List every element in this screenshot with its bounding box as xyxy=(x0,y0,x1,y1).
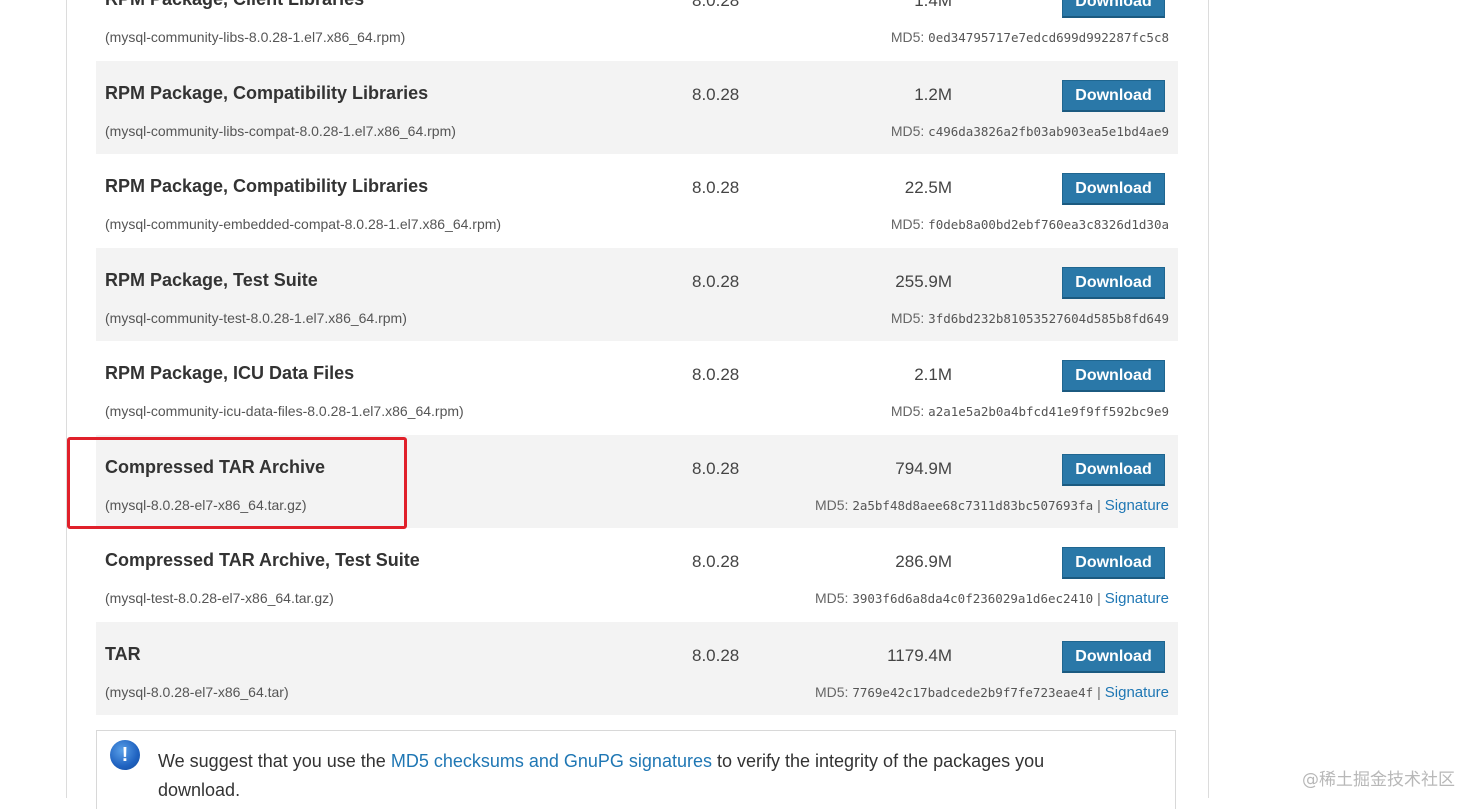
table-row: Compressed TAR Archive, Test Suite (mysql… xyxy=(96,528,1178,622)
download-button[interactable]: Download xyxy=(1062,640,1165,673)
package-size: 255.9M xyxy=(895,271,952,291)
package-name: Compressed TAR Archive, Test Suite xyxy=(105,550,420,570)
notice-text: We suggest that you use the MD5 checksum… xyxy=(158,747,1118,805)
package-version: 8.0.28 xyxy=(692,178,740,197)
package-version: 8.0.28 xyxy=(692,645,740,665)
package-name: TAR xyxy=(105,643,141,664)
md5-hash: c496da3826a2fb03ab903ea5e1bd4ae9 xyxy=(928,123,1169,139)
package-filename: (mysql-8.0.28-el7-x86_64.tar) xyxy=(105,683,289,700)
md5-label: MD5: xyxy=(890,216,925,232)
md5-checksum: MD5: f0deb8a00bd2ebf760ea3c8326d1d30a xyxy=(891,216,1169,232)
download-button[interactable]: Download xyxy=(1062,360,1165,392)
package-filename: (mysql-community-embedded-compat-8.0.28-… xyxy=(105,216,502,232)
package-filename: (mysql-community-libs-8.0.28-1.el7.x86_6… xyxy=(105,29,406,45)
download-page: RPM Package, Client Libraries (mysql-comm… xyxy=(0,0,1478,809)
package-version: 8.0.28 xyxy=(692,84,740,104)
signature-link[interactable]: Signature xyxy=(1105,590,1169,607)
package-filename: (mysql-community-libs-compat-8.0.28-1.el… xyxy=(105,122,456,139)
package-name: RPM Package, Compatibility Libraries xyxy=(105,82,429,103)
md5-checksum: MD5: 0ed34795717e7edcd699d992287fc5c8 xyxy=(891,29,1169,45)
watermark-text: @稀土掘金技术社区 xyxy=(1302,770,1455,790)
md5-hash: 7769e42c17badcede2b9f7fe723eae4f xyxy=(852,684,1094,700)
notice-text-before: We suggest that you use the xyxy=(158,751,391,771)
package-size: 22.5M xyxy=(904,178,952,197)
table-row: RPM Package, Compatibility Libraries (mys… xyxy=(96,154,1178,248)
md5-hash: a2a1e5a2b0a4bfcd41e9f9ff592bc9e9 xyxy=(928,404,1169,419)
package-version: 8.0.28 xyxy=(692,552,740,571)
package-size: 286.9M xyxy=(895,552,952,571)
download-button[interactable]: Download xyxy=(1062,453,1165,486)
annotation-highlight-box xyxy=(67,437,407,529)
table-row: RPM Package, Test Suite (mysql-community-… xyxy=(96,247,1178,341)
package-table: RPM Package, Client Libraries (mysql-comm… xyxy=(96,0,1178,715)
integrity-notice: ! We suggest that you use the MD5 checks… xyxy=(96,730,1176,809)
package-size: 2.1M xyxy=(914,365,952,384)
download-button[interactable]: Download xyxy=(1062,547,1165,579)
download-button[interactable]: Download xyxy=(1062,0,1165,18)
md5-hash: 2a5bf48d8aee68c7311d83bc507693fa xyxy=(852,497,1094,513)
separator: | xyxy=(1097,590,1101,606)
md5-gnupg-link[interactable]: MD5 checksums and GnuPG signatures xyxy=(391,751,712,771)
md5-label: MD5: xyxy=(890,403,925,419)
md5-label: MD5: xyxy=(814,496,849,513)
package-size: 1179.4M xyxy=(887,645,952,665)
exclamation-info-icon: ! xyxy=(110,740,140,770)
table-row: TAR (mysql-8.0.28-el7-x86_64.tar) 8.0.28 11… xyxy=(96,621,1178,715)
table-row: RPM Package, ICU Data Files (mysql-commun… xyxy=(96,341,1178,435)
md5-checksum: MD5: c496da3826a2fb03ab903ea5e1bd4ae9 xyxy=(891,123,1169,139)
package-filename: (mysql-test-8.0.28-el7-x86_64.tar.gz) xyxy=(105,590,334,606)
md5-checksum: MD5: 7769e42c17badcede2b9f7fe723eae4f | Si… xyxy=(815,684,1169,701)
package-name: RPM Package, Client Libraries xyxy=(105,0,364,10)
signature-link[interactable]: Signature xyxy=(1105,497,1169,514)
md5-hash: 0ed34795717e7edcd699d992287fc5c8 xyxy=(928,30,1169,45)
md5-label: MD5: xyxy=(890,29,925,45)
md5-checksum: MD5: 3903f6d6a8da4c0f236029a1d6ec2410 | Si… xyxy=(815,590,1169,607)
signature-link[interactable]: Signature xyxy=(1105,684,1169,701)
md5-label: MD5: xyxy=(814,590,849,606)
download-button[interactable]: Download xyxy=(1062,173,1165,205)
package-name: RPM Package, Compatibility Libraries xyxy=(105,176,429,196)
download-button[interactable]: Download xyxy=(1062,266,1165,299)
package-size: 1.4M xyxy=(914,0,952,10)
md5-checksum: MD5: 2a5bf48d8aee68c7311d83bc507693fa | Si… xyxy=(815,497,1169,514)
table-row: RPM Package, Client Libraries (mysql-comm… xyxy=(96,0,1178,61)
package-size: 1.2M xyxy=(914,84,952,104)
md5-checksum: MD5: a2a1e5a2b0a4bfcd41e9f9ff592bc9e9 xyxy=(891,403,1169,419)
package-version: 8.0.28 xyxy=(692,271,740,291)
md5-label: MD5: xyxy=(890,309,925,326)
md5-hash: f0deb8a00bd2ebf760ea3c8326d1d30a xyxy=(928,217,1169,232)
download-button[interactable]: Download xyxy=(1062,79,1165,112)
package-size: 794.9M xyxy=(895,458,952,478)
package-name: RPM Package, ICU Data Files xyxy=(105,363,355,383)
separator: | xyxy=(1097,683,1101,700)
package-filename: (mysql-community-test-8.0.28-1.el7.x86_6… xyxy=(105,309,407,326)
md5-label: MD5: xyxy=(890,122,925,139)
table-row: RPM Package, Compatibility Libraries (mys… xyxy=(96,60,1178,154)
md5-hash: 3903f6d6a8da4c0f236029a1d6ec2410 xyxy=(852,591,1094,606)
package-name: RPM Package, Test Suite xyxy=(105,269,318,290)
package-version: 8.0.28 xyxy=(692,365,740,384)
md5-checksum: MD5: 3fd6bd232b81053527604d585b8fd649 xyxy=(891,310,1169,326)
separator: | xyxy=(1097,496,1101,513)
md5-hash: 3fd6bd232b81053527604d585b8fd649 xyxy=(928,310,1169,326)
package-filename: (mysql-community-icu-data-files-8.0.28-1… xyxy=(105,403,464,419)
package-version: 8.0.28 xyxy=(692,0,740,10)
md5-label: MD5: xyxy=(814,683,849,700)
package-version: 8.0.28 xyxy=(692,458,740,478)
